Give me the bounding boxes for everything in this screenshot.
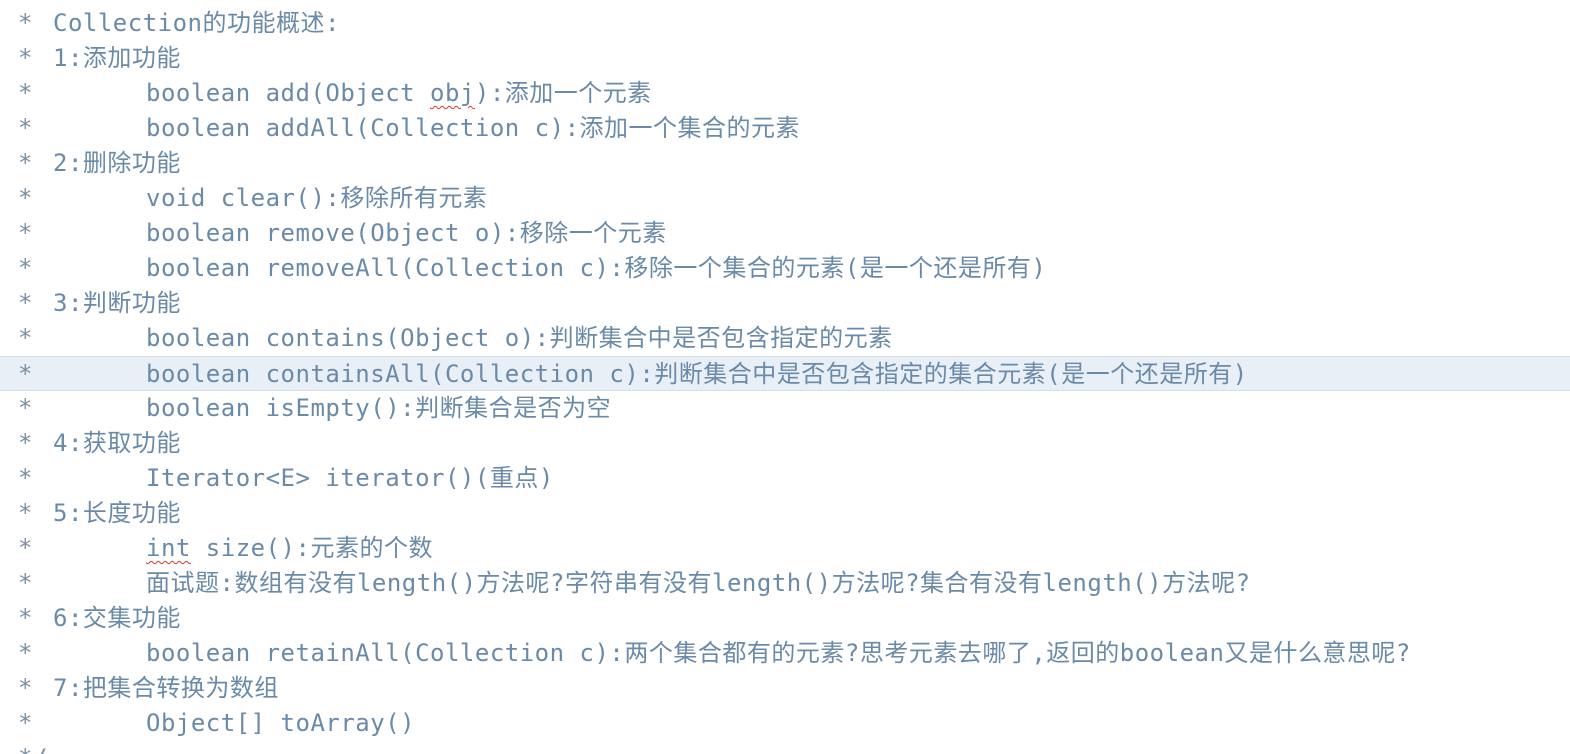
comment-star: * bbox=[18, 114, 33, 142]
comment-star: * bbox=[18, 709, 33, 737]
section-heading: 6:交集功能 bbox=[53, 604, 181, 632]
code-line: * 1:添加功能 bbox=[0, 41, 1570, 76]
comment-star: * bbox=[18, 289, 33, 317]
spellcheck-word: int bbox=[146, 534, 191, 562]
code-line: * boolean isEmpty():判断集合是否为空 bbox=[0, 391, 1570, 426]
method-description: boolean contains(Object o):判断集合中是否包含指定的元… bbox=[146, 324, 893, 352]
method-note: ):添加一个元素 bbox=[474, 79, 652, 107]
code-line: * boolean removeAll(Collection c):移除一个集合… bbox=[0, 251, 1570, 286]
spellcheck-word: obj bbox=[430, 79, 475, 107]
code-line: * 2:删除功能 bbox=[0, 146, 1570, 181]
code-line: * Object[] toArray() bbox=[0, 706, 1570, 741]
comment-star: * bbox=[18, 394, 33, 422]
comment-star: * bbox=[18, 149, 33, 177]
code-line: * 7:把集合转换为数组 bbox=[0, 671, 1570, 706]
section-heading: 2:删除功能 bbox=[53, 149, 181, 177]
method-description: boolean removeAll(Collection c):移除一个集合的元… bbox=[146, 254, 1047, 282]
method-description: boolean addAll(Collection c):添加一个集合的元素 bbox=[146, 114, 801, 142]
comment-star: * bbox=[18, 674, 33, 702]
method-note: size():元素的个数 bbox=[190, 534, 433, 562]
interview-question: 面试题:数组有没有length()方法呢?字符串有没有length()方法呢?集… bbox=[146, 569, 1251, 597]
code-line: * boolean remove(Object o):移除一个元素 bbox=[0, 216, 1570, 251]
method-signature: boolean add(Object bbox=[146, 79, 431, 107]
method-description: int size():元素的个数 bbox=[146, 531, 433, 566]
code-line: */ bbox=[0, 741, 1570, 754]
code-line: * boolean contains(Object o):判断集合中是否包含指定… bbox=[0, 321, 1570, 356]
code-editor[interactable]: * Collection的功能概述: * 1:添加功能 * boolean ad… bbox=[0, 0, 1570, 754]
method-description: boolean containsAll(Collection c):判断集合中是… bbox=[146, 360, 1248, 388]
code-line: * 面试题:数组有没有length()方法呢?字符串有没有length()方法呢… bbox=[0, 566, 1570, 601]
comment-star: * bbox=[18, 534, 33, 562]
section-heading: 7:把集合转换为数组 bbox=[53, 674, 279, 702]
section-heading: 4:获取功能 bbox=[53, 429, 181, 457]
code-line: * Iterator<E> iterator()(重点) bbox=[0, 461, 1570, 496]
comment-star: * bbox=[18, 254, 33, 282]
comment-star: * bbox=[18, 464, 33, 492]
comment-star: * bbox=[18, 429, 33, 457]
code-line: * int size():元素的个数 bbox=[0, 531, 1570, 566]
comment-star: * bbox=[18, 360, 33, 388]
comment-text: Collection的功能概述: bbox=[53, 9, 340, 37]
code-line: * boolean retainAll(Collection c):两个集合都有… bbox=[0, 636, 1570, 671]
code-line: * 5:长度功能 bbox=[0, 496, 1570, 531]
comment-star: * bbox=[18, 44, 33, 72]
code-line: * 3:判断功能 bbox=[0, 286, 1570, 321]
method-description: boolean add(Object obj):添加一个元素 bbox=[146, 76, 652, 111]
method-description: Object[] toArray() bbox=[146, 709, 416, 737]
comment-star: * bbox=[18, 499, 33, 527]
method-description: boolean remove(Object o):移除一个元素 bbox=[146, 219, 667, 247]
comment-star: * bbox=[18, 219, 33, 247]
code-line: * boolean add(Object obj):添加一个元素 bbox=[0, 76, 1570, 111]
code-line: * boolean addAll(Collection c):添加一个集合的元素 bbox=[0, 111, 1570, 146]
method-description: boolean retainAll(Collection c):两个集合都有的元… bbox=[146, 639, 1411, 667]
method-description: Iterator<E> iterator()(重点) bbox=[146, 464, 554, 492]
comment-star: * bbox=[18, 569, 33, 597]
code-line: * 4:获取功能 bbox=[0, 426, 1570, 461]
comment-star: * bbox=[18, 639, 33, 667]
section-heading: 3:判断功能 bbox=[53, 289, 181, 317]
comment-star: * bbox=[18, 9, 33, 37]
method-description: void clear():移除所有元素 bbox=[146, 184, 488, 212]
section-heading: 1:添加功能 bbox=[53, 44, 181, 72]
comment-star: * bbox=[18, 604, 33, 632]
code-line: * 6:交集功能 bbox=[0, 601, 1570, 636]
current-line-highlight[interactable]: * boolean containsAll(Collection c):判断集合… bbox=[0, 356, 1570, 391]
comment-star: * bbox=[18, 79, 33, 107]
section-heading: 5:长度功能 bbox=[53, 499, 181, 527]
comment-star: * bbox=[18, 324, 33, 352]
code-line: * Collection的功能概述: bbox=[0, 6, 1570, 41]
method-description: boolean isEmpty():判断集合是否为空 bbox=[146, 394, 612, 422]
comment-end: */ bbox=[18, 741, 48, 754]
code-line: * void clear():移除所有元素 bbox=[0, 181, 1570, 216]
comment-star: * bbox=[18, 184, 33, 212]
